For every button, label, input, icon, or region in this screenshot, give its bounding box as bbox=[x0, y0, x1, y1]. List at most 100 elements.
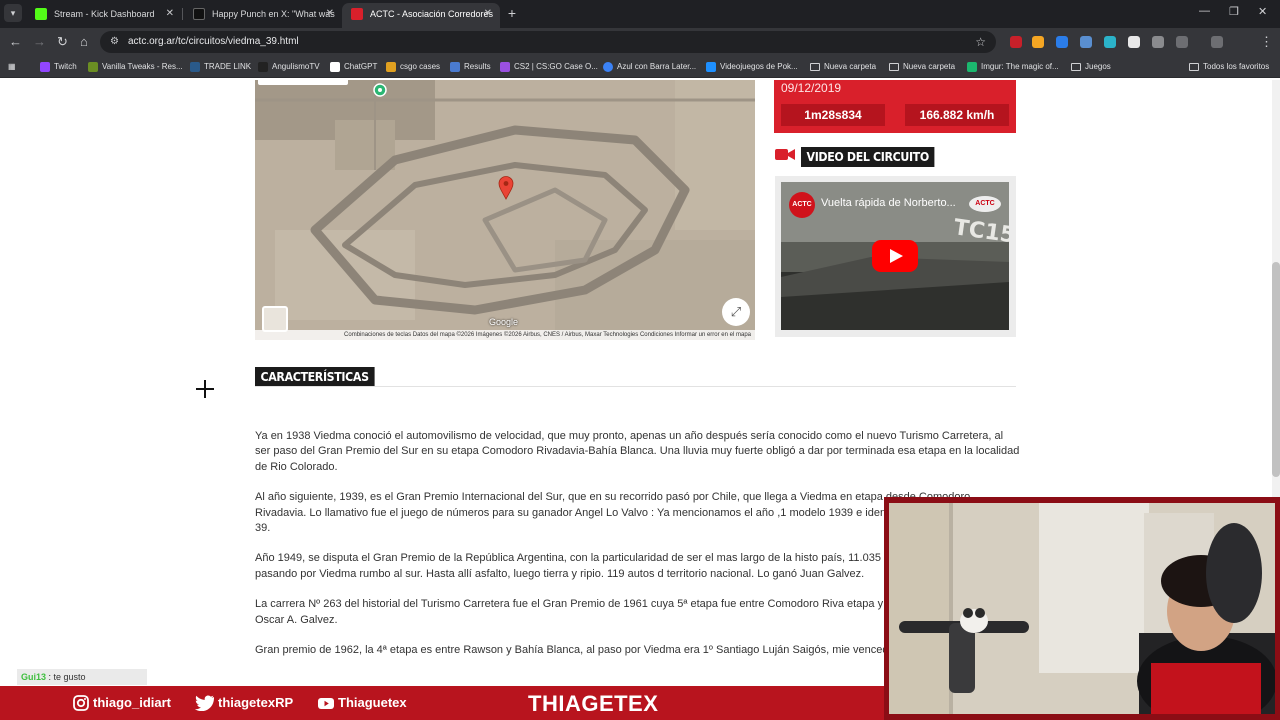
channel-avatar[interactable]: ACTC bbox=[789, 192, 815, 218]
bookmark-label: AngulismoTV bbox=[272, 62, 320, 71]
map-attribution[interactable]: Combinaciones de teclas Datos del mapa ©… bbox=[255, 330, 755, 340]
video-title[interactable]: Vuelta rápida de Norberto... bbox=[821, 197, 956, 209]
close-icon[interactable]: ✕ bbox=[484, 3, 492, 25]
bookmark-item[interactable]: CS2 | CS:GO Case O... bbox=[500, 59, 598, 75]
bookmark-label: Todos los favoritos bbox=[1203, 62, 1270, 71]
all-bookmarks-folder[interactable]: Todos los favoritos bbox=[1189, 59, 1269, 75]
bookmark-label: Twitch bbox=[54, 62, 77, 71]
bookmark-label: Imgur: The magic of... bbox=[981, 62, 1059, 71]
bookmark-folder[interactable]: Nueva carpeta bbox=[889, 59, 955, 75]
x-logo-icon bbox=[193, 8, 205, 20]
play-button-icon[interactable] bbox=[872, 240, 918, 272]
angulismo-icon bbox=[258, 62, 268, 72]
map-layer-toggle[interactable] bbox=[262, 306, 288, 332]
media-icon[interactable] bbox=[1211, 36, 1223, 48]
streamer-brand: THIAGETEX bbox=[528, 691, 659, 716]
home-icon[interactable]: ⌂ bbox=[80, 33, 88, 51]
reload-icon[interactable]: ↻ bbox=[57, 33, 68, 51]
webcam-frame bbox=[884, 497, 1280, 720]
bookmark-label: Nueva carpeta bbox=[903, 62, 956, 71]
bookmark-folder[interactable]: Nueva carpeta bbox=[810, 59, 876, 75]
address-bar[interactable]: ⚙ actc.org.ar/tc/circuitos/viedma_39.htm… bbox=[100, 31, 996, 53]
record-speed: 166.882 km/h bbox=[905, 104, 1009, 126]
tab-separator bbox=[182, 8, 183, 20]
tab-x-post[interactable]: Happy Punch en X: "What was ✕ bbox=[184, 3, 342, 28]
window-close-icon[interactable]: ✕ bbox=[1258, 5, 1267, 18]
page-scrollbar-thumb[interactable] bbox=[1272, 262, 1280, 477]
youtube-icon bbox=[318, 698, 334, 709]
bookmark-label: Results bbox=[464, 62, 491, 71]
bookmark-label: CS2 | CS:GO Case O... bbox=[514, 62, 598, 71]
bookmark-item[interactable]: Vanilla Tweaks - Res... bbox=[88, 59, 183, 75]
record-date: 09/12/2019 bbox=[781, 81, 842, 95]
bookmark-star-icon[interactable]: ☆ bbox=[975, 31, 986, 53]
bookmark-item[interactable]: Twitch bbox=[40, 59, 77, 75]
instagram-handle: thiago_idiart bbox=[73, 694, 171, 712]
folder-icon bbox=[889, 63, 899, 71]
tab-kick-dashboard[interactable]: Stream - Kick Dashboard ✕ bbox=[26, 3, 182, 28]
actc-logo: ACTC bbox=[969, 196, 1001, 212]
new-tab-button[interactable]: + bbox=[504, 4, 520, 22]
bookmark-label: Nueva carpeta bbox=[824, 62, 877, 71]
bookmark-item[interactable]: Azul con Barra Later... bbox=[603, 59, 696, 75]
map-pin-icon[interactable] bbox=[498, 176, 514, 200]
bookmark-item[interactable]: AngulismoTV bbox=[258, 59, 320, 75]
location-marker-green-icon[interactable] bbox=[373, 83, 387, 99]
article-paragraph: Ya en 1938 Viedma conoció el automovilis… bbox=[255, 430, 1020, 473]
folder-icon bbox=[1071, 63, 1081, 71]
tab-actc[interactable]: ACTC - Asociación Corredores ✕ bbox=[342, 3, 500, 28]
bookmark-item[interactable]: TRADE LINK bbox=[190, 59, 251, 75]
chat-text: te gusto bbox=[53, 672, 86, 682]
extension-icon[interactable] bbox=[1104, 36, 1116, 48]
bookmark-folder[interactable]: Juegos bbox=[1071, 59, 1111, 75]
puzzle-icon[interactable] bbox=[1176, 36, 1188, 48]
forward-icon[interactable]: → bbox=[33, 33, 46, 51]
youtube-player[interactable]: TC15 ACTC Vuelta rápida de Norberto... A… bbox=[781, 182, 1009, 330]
bookmark-item[interactable]: Imgur: The magic of... bbox=[967, 59, 1059, 75]
bookmark-item[interactable]: ChatGPT bbox=[330, 59, 377, 75]
url-text[interactable]: actc.org.ar/tc/circuitos/viedma_39.html bbox=[128, 31, 299, 53]
crosshair-cursor-icon bbox=[196, 380, 214, 398]
fullscreen-icon[interactable]: ⤢ bbox=[722, 298, 750, 326]
shield-icon[interactable] bbox=[1152, 36, 1164, 48]
site-info-icon[interactable]: ⚙ bbox=[110, 36, 122, 48]
close-icon[interactable]: ✕ bbox=[166, 3, 174, 25]
menu-kebab-icon[interactable]: ⋮ bbox=[1260, 33, 1273, 51]
results-icon bbox=[450, 62, 460, 72]
record-time: 1m28s834 bbox=[781, 104, 885, 126]
bookmark-label: Vanilla Tweaks - Res... bbox=[102, 62, 183, 71]
restore-icon[interactable]: ❐ bbox=[1229, 5, 1239, 18]
extension-icon[interactable] bbox=[1056, 36, 1068, 48]
bookmark-item[interactable]: Results bbox=[450, 59, 491, 75]
tab-title: Stream - Kick Dashboard bbox=[54, 9, 155, 19]
bookmark-item[interactable]: Videojuegos de Pok... bbox=[706, 59, 798, 75]
vanilla-tweaks-icon bbox=[88, 62, 98, 72]
bookmark-item[interactable]: csgo cases bbox=[386, 59, 440, 75]
chat-message: Gui13 : te gusto bbox=[17, 669, 147, 685]
bookmark-label: csgo cases bbox=[400, 62, 441, 71]
webcam-scene bbox=[889, 503, 1275, 714]
extension-icon[interactable] bbox=[1010, 36, 1022, 48]
tab-title: ACTC - Asociación Corredores bbox=[370, 9, 494, 19]
twitch-icon bbox=[40, 62, 50, 72]
minimize-icon[interactable]: — bbox=[1199, 5, 1210, 17]
cs2-case-icon bbox=[500, 62, 510, 72]
apps-grid-icon[interactable]: ▦ bbox=[8, 59, 20, 75]
back-icon[interactable]: ← bbox=[9, 33, 22, 51]
tab-search-button[interactable]: ▾ bbox=[4, 4, 22, 22]
circuit-map[interactable]: Google ⤢ Combinaciones de teclas Datos d… bbox=[255, 80, 755, 340]
actc-icon bbox=[351, 8, 363, 20]
kick-icon bbox=[35, 8, 47, 20]
csgo-cases-icon bbox=[386, 62, 396, 72]
steam-icon bbox=[190, 62, 200, 72]
extension-icon[interactable] bbox=[1080, 36, 1092, 48]
map-header-strip bbox=[258, 80, 348, 85]
close-icon[interactable]: ✕ bbox=[326, 3, 334, 25]
imgur-icon bbox=[967, 62, 977, 72]
tab-title: Happy Punch en X: "What was bbox=[212, 9, 335, 19]
webcam-feed bbox=[889, 503, 1275, 714]
azul-icon bbox=[603, 62, 613, 72]
bookmark-label: Juegos bbox=[1085, 62, 1111, 71]
extension-icon[interactable] bbox=[1032, 36, 1044, 48]
extension-icon[interactable] bbox=[1128, 36, 1140, 48]
